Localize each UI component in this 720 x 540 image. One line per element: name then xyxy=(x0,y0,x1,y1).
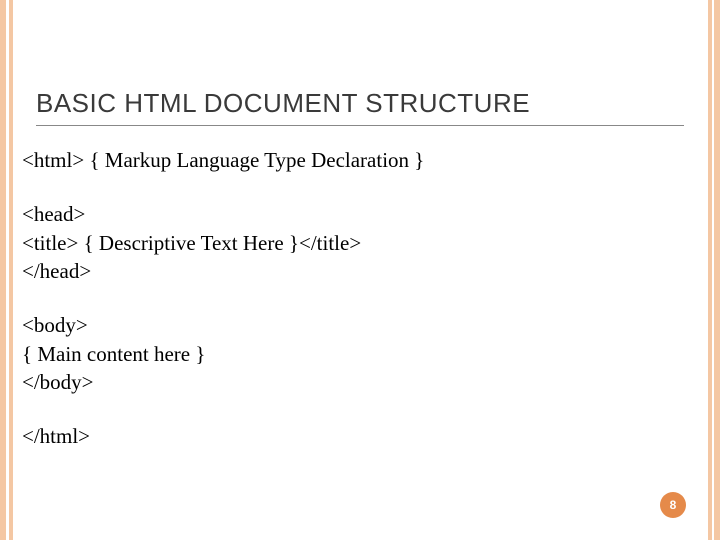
page-number-badge: 8 xyxy=(660,492,686,518)
left-stripe-inner xyxy=(9,0,13,540)
slide-title: BASIC HTML DOCUMENT STRUCTURE xyxy=(36,88,684,126)
code-block-html-open: <html> { Markup Language Type Declaratio… xyxy=(22,146,690,174)
code-block-html-close: </html> xyxy=(22,422,690,450)
code-line: </html> xyxy=(22,422,690,450)
code-line: <title> { Descriptive Text Here }</title… xyxy=(22,229,690,257)
slide-content: <html> { Markup Language Type Declaratio… xyxy=(22,146,690,451)
page-number: 8 xyxy=(670,498,677,512)
code-line: </body> xyxy=(22,368,690,396)
code-line: <body> xyxy=(22,311,690,339)
code-line: <head> xyxy=(22,200,690,228)
left-stripe-outer xyxy=(0,0,6,540)
code-line: <html> { Markup Language Type Declaratio… xyxy=(22,146,690,174)
code-line: </head> xyxy=(22,257,690,285)
code-block-body: <body> { Main content here } </body> xyxy=(22,311,690,396)
right-stripe-inner xyxy=(708,0,712,540)
right-stripe-outer xyxy=(714,0,720,540)
code-line: { Main content here } xyxy=(22,340,690,368)
slide-body: BASIC HTML DOCUMENT STRUCTURE <html> { M… xyxy=(30,0,690,540)
code-block-head: <head> <title> { Descriptive Text Here }… xyxy=(22,200,690,285)
